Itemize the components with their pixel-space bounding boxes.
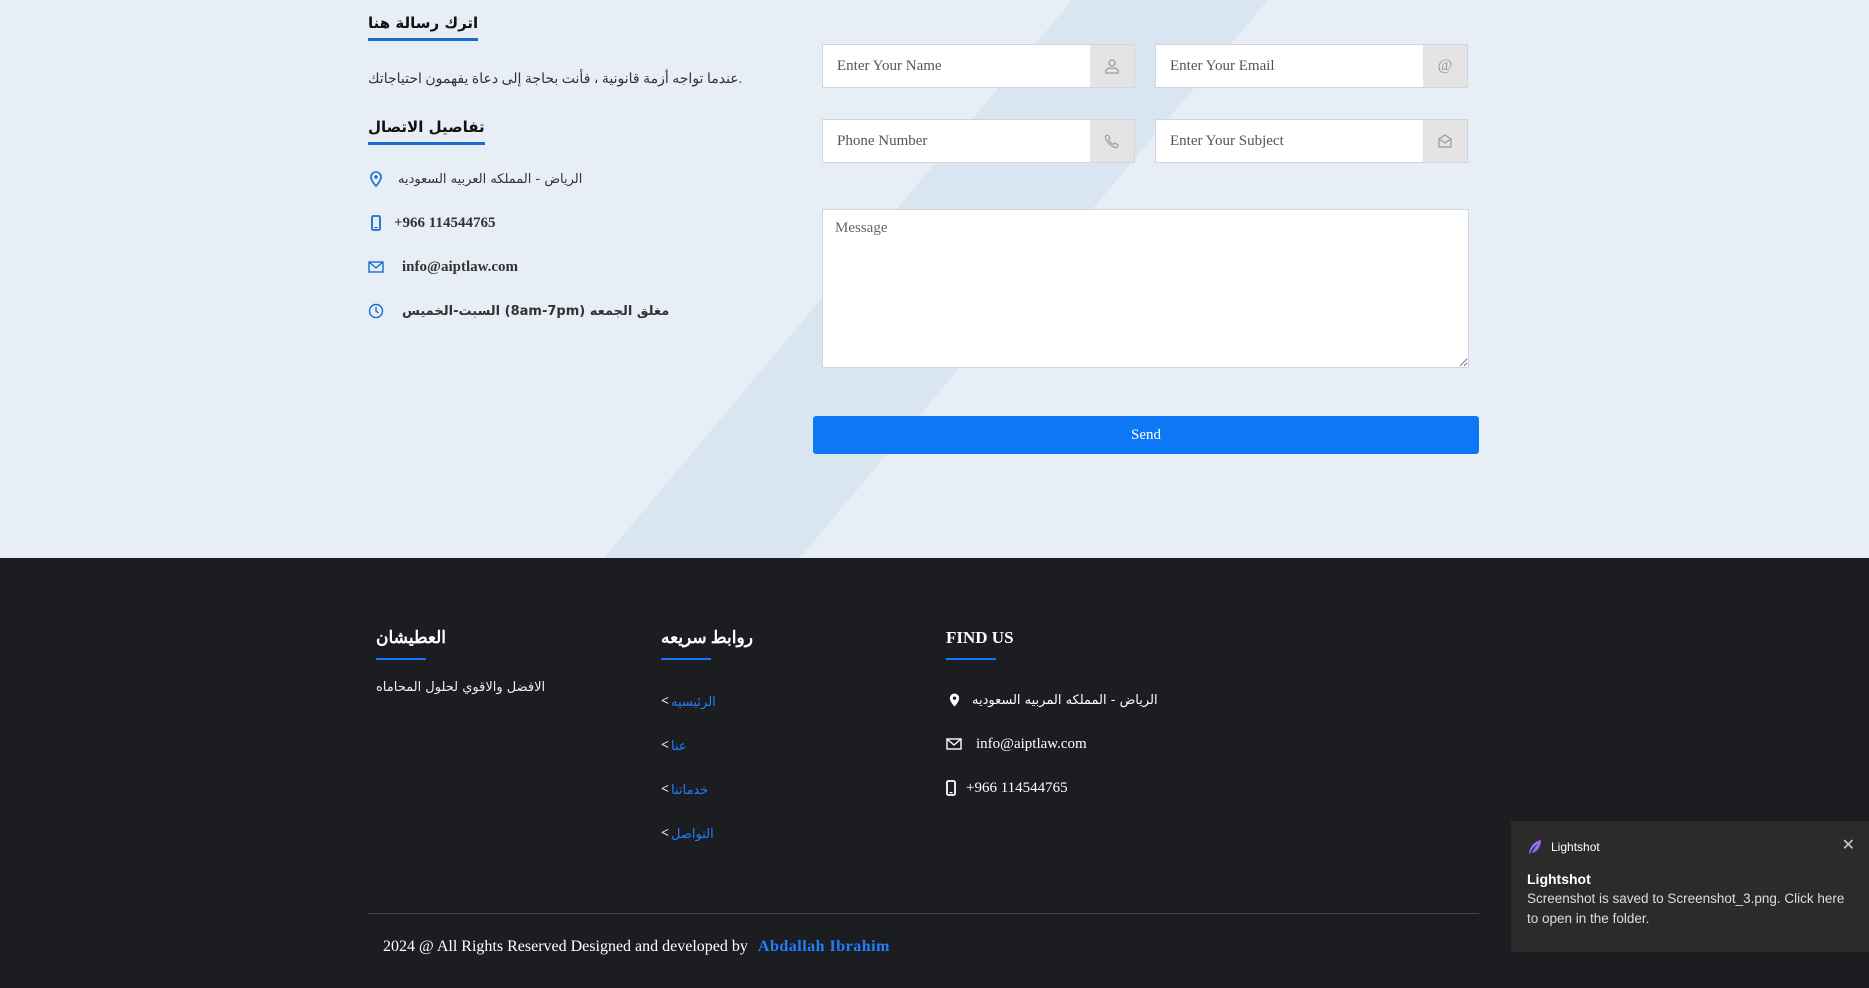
envelope-open-icon — [1423, 120, 1467, 162]
envelope-icon — [946, 738, 962, 750]
quick-link-label[interactable]: عنا — [671, 739, 687, 754]
subject-field — [1155, 119, 1468, 163]
copyright: 2024 @ All Rights Reserved Designed and … — [383, 938, 890, 956]
name-input[interactable] — [823, 45, 1090, 87]
phone-field — [822, 119, 1135, 163]
links-heading: روابط سريعه — [661, 628, 753, 660]
quick-link-label[interactable]: الرئيسيه — [671, 695, 716, 710]
chevron-left-icon: < — [661, 738, 669, 753]
phone-input[interactable] — [823, 120, 1090, 162]
details-heading: تفاصيل الاتصال — [368, 118, 485, 145]
send-button[interactable]: Send — [813, 416, 1479, 454]
quick-links-list: < الرئيسيه < عنا < خدماتنا < التواصل — [661, 680, 881, 856]
email-row: info@aiptlaw.com — [368, 245, 768, 289]
quick-link-services[interactable]: < خدماتنا — [661, 768, 881, 812]
footer-find-us: FIND US الرياض - المملكه المربيه السعودي… — [946, 628, 1246, 810]
contact-info: اترك رسالة هنا عندما تواجه أزمة قانونية … — [368, 14, 768, 333]
toast-app-name: Lightshot — [1551, 840, 1600, 854]
email-text[interactable]: info@aiptlaw.com — [402, 259, 518, 276]
footer-address-row: الرياض - المملكه المربيه السعوديه — [946, 678, 1246, 722]
footer-divider — [368, 913, 1479, 914]
address-row: الرياض - المملكه العربيه السعوديه — [368, 157, 768, 201]
chevron-left-icon: < — [661, 694, 669, 709]
location-pin-icon — [368, 171, 384, 187]
footer-about: العطيشان الافضل والاقوي لحلول المحاماه — [376, 628, 596, 695]
copyright-text: 2024 @ All Rights Reserved Designed and … — [383, 938, 748, 955]
email-input[interactable] — [1156, 45, 1423, 87]
footer-email-text[interactable]: info@aiptlaw.com — [976, 736, 1087, 753]
address-text: الرياض - المملكه العربيه السعوديه — [398, 171, 583, 187]
quick-link-about[interactable]: < عنا — [661, 724, 881, 768]
toast-title: Lightshot — [1527, 871, 1591, 887]
subject-input[interactable] — [1156, 120, 1423, 162]
phone-icon — [1090, 120, 1134, 162]
mobile-icon — [368, 215, 384, 231]
user-icon — [1090, 45, 1134, 87]
footer-phone-text: +966 114544765 — [966, 779, 1068, 796]
footer-links: روابط سريعه < الرئيسيه < عنا < خدماتنا < الت… — [661, 628, 881, 856]
intro-text: عندما تواجه أزمة قانونية ، فأنت بحاجة إل… — [368, 72, 743, 87]
about-heading: العطيشان — [376, 628, 446, 660]
mobile-icon — [946, 780, 956, 796]
clock-icon — [368, 303, 384, 319]
chevron-left-icon: < — [661, 826, 669, 841]
about-text: الافضل والاقوي لحلول المحاماه — [376, 680, 546, 695]
quick-link-home[interactable]: < الرئيسيه — [661, 680, 881, 724]
quick-link-label[interactable]: التواصل — [671, 827, 714, 842]
envelope-icon — [368, 259, 384, 275]
name-field — [822, 44, 1135, 88]
contact-section: اترك رسالة هنا عندما تواجه أزمة قانونية … — [0, 0, 1869, 558]
quick-link-contact[interactable]: < التواصل — [661, 812, 881, 856]
phone-text: +966 114544765 — [394, 214, 496, 231]
footer-phone-row: +966 114544765 — [946, 766, 1246, 810]
email-field: @ — [1155, 44, 1468, 88]
hours-text: السبت-الخميس (8am-7pm) مغلق الجمعه — [402, 303, 670, 319]
footer-address-text: الرياض - المملكه المربيه السعوديه — [972, 692, 1158, 708]
at-icon: @ — [1423, 45, 1467, 87]
lightshot-notification[interactable]: Lightshot ✕ Lightshot Screenshot is save… — [1511, 821, 1869, 952]
author-link[interactable]: Abdallah Ibrahim — [758, 938, 890, 955]
toast-message: Screenshot is saved to Screenshot_3.png.… — [1527, 891, 1845, 926]
location-pin-icon — [946, 692, 962, 708]
chevron-left-icon: < — [661, 782, 669, 797]
phone-row: +966 114544765 — [368, 201, 768, 245]
message-textarea[interactable] — [822, 209, 1469, 368]
close-icon[interactable]: ✕ — [1842, 835, 1855, 855]
footer-email-row: info@aiptlaw.com — [946, 722, 1246, 766]
feather-icon — [1527, 839, 1543, 855]
toast-header: Lightshot — [1527, 839, 1853, 855]
message-heading: اترك رسالة هنا — [368, 14, 479, 41]
quick-link-label[interactable]: خدماتنا — [671, 783, 708, 798]
hours-row: السبت-الخميس (8am-7pm) مغلق الجمعه — [368, 289, 768, 333]
find-heading: FIND US — [946, 628, 1014, 660]
